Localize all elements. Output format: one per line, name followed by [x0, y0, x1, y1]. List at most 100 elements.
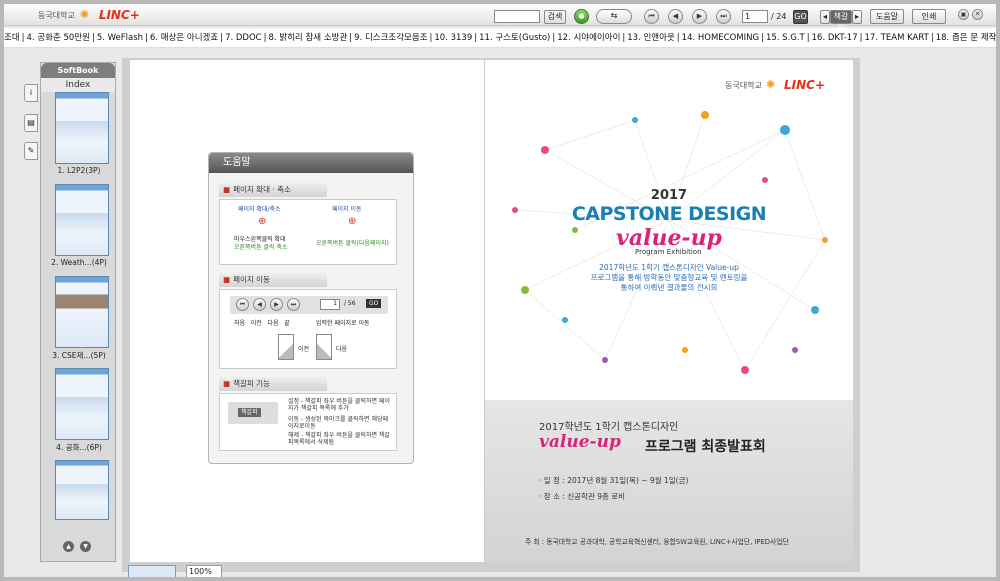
menu-divider: | [429, 33, 433, 43]
toggle-view-button[interactable]: ⇆ [596, 9, 632, 24]
search-input[interactable] [494, 10, 540, 23]
right-page[interactable]: 동국대학교 ✺ LINC+ 2017 CAPSTONE DESIGN value… [485, 60, 853, 562]
menu-item[interactable]: 11. 구스토(Gusto) [479, 33, 550, 43]
nav-labels: 처음 이전 다음 끝 [234, 320, 290, 327]
cover-logo-university: 동국대학교 [725, 80, 762, 90]
thumbnail-2[interactable] [55, 184, 109, 256]
menu-divider: | [474, 33, 478, 43]
close-icon[interactable]: ✕ [972, 9, 983, 20]
nav-section: ⏮ ◀ ▶ ⏭ 1 / 56 GO 처음 이전 다음 끝 입력한 페이지로 이동… [219, 289, 397, 369]
menu-item[interactable]: 10. 3139 [434, 33, 472, 43]
sidebar-up-icon[interactable]: ▲ [63, 541, 74, 552]
tab-thumbnail-icon[interactable]: ▤ [24, 114, 38, 132]
page-number-input[interactable]: 1 [742, 10, 768, 23]
zoom-select[interactable]: 100% [186, 565, 222, 577]
menu-item[interactable]: 14. HOMECOMING [682, 33, 759, 43]
cover-subtitle: Program Exhibition [635, 248, 702, 256]
print-button[interactable]: 인쇄 [912, 9, 946, 24]
thumbnail-label-2: 2. Weath...(4P) [51, 258, 107, 267]
demo-go: GO [366, 299, 382, 309]
bookmark-set-desc: 설정 - 책갈피 좌우 버튼을 클릭하면 페이지가 책갈피 목록에 추가 [288, 398, 390, 413]
bookmark-section: 책갈피 설정 - 책갈피 좌우 버튼을 클릭하면 페이지가 책갈피 목록에 추가… [219, 393, 397, 451]
cover-sun-icon: ✺ [765, 78, 776, 91]
menu-item[interactable]: 8. 밝히리 참새 소방관 [268, 33, 347, 43]
demo-page-total: / 56 [344, 300, 356, 307]
mouse-icon-2: ⊕ [348, 216, 357, 227]
page-total: / 24 [771, 12, 787, 21]
next-page-icon[interactable]: ▶ [692, 9, 707, 24]
menu-item[interactable]: 17. TEAM KART [865, 33, 929, 43]
menu-item[interactable]: 9. 디스크조각모음조 [354, 33, 427, 43]
prev-page-corner-icon [278, 334, 294, 360]
menu-item[interactable]: 12. 시야에이아이 [557, 33, 620, 43]
first-page-icon[interactable]: ⏮ [644, 9, 659, 24]
event-place: · 장 소 : 신공학관 9층 로비 [539, 492, 626, 501]
cover-logo-linc: LINC+ [783, 78, 825, 92]
bookmark-next-button[interactable]: ▸ [852, 10, 862, 24]
minimize-icon[interactable]: ▣ [958, 9, 969, 20]
tab-pen-icon[interactable]: ✎ [24, 142, 38, 160]
last-page-icon[interactable]: ⏭ [716, 9, 731, 24]
menu-item[interactable]: 조대 [4, 33, 20, 43]
sidebar-down-icon[interactable]: ▼ [80, 541, 91, 552]
help-button[interactable]: 도움말 [870, 9, 904, 24]
chat-icon[interactable]: ● [574, 9, 589, 24]
menu-item[interactable]: 5. WeFlash [97, 33, 143, 43]
bookmark-prev-button[interactable]: ◂ [820, 10, 830, 24]
help-title: 도움말 [209, 153, 413, 173]
tab-info-icon[interactable]: i [24, 84, 38, 102]
menu-divider: | [145, 33, 148, 43]
move-label: 페이지 이동 [332, 206, 362, 213]
demo-first-icon: ⏮ [236, 298, 249, 311]
menu-divider: | [263, 33, 267, 43]
thumbnail-1[interactable] [55, 92, 109, 164]
menu-divider: | [552, 33, 556, 43]
event-host: 주 최 : 동국대학교 공과대학, 공학교육혁신센터, 융합SW교육원, LIN… [525, 538, 789, 546]
book-viewer: 도움말 ■ 페이지 확대 · 축소 페이지 확대/축소 페이지 이동 마우스왼쪽클… [122, 58, 860, 572]
index-sidebar: SoftBook Index 1. L2P2(3P) 2. Weath...(4… [40, 62, 116, 562]
menu-divider: | [761, 33, 764, 43]
cover-desc3: 통하여 이뤄낸 결과물의 전시회 [620, 283, 718, 292]
go-button[interactable]: GO [793, 10, 808, 24]
left-page[interactable]: 도움말 ■ 페이지 확대 · 축소 페이지 확대/축소 페이지 이동 마우스왼쪽클… [130, 60, 485, 562]
menu-item[interactable]: 6. 매상은 아니겠죠 [150, 33, 218, 43]
thumbnail-3[interactable] [55, 276, 109, 348]
menu-item[interactable]: 15. S.G.T [766, 33, 805, 43]
zoom-desc1: 마우스왼쪽클릭 확대 [234, 236, 286, 243]
event-line2: 프로그램 최종발표회 [645, 439, 766, 455]
prev-label: 이전 [298, 346, 310, 353]
menu-item[interactable]: 16. DKT-17 [812, 33, 858, 43]
bookmark-move-desc: 이동 - 생성된 북마크를 클릭하면 해당페이지로이동 [288, 416, 389, 431]
cover-year: 2017 [650, 188, 688, 203]
search-button[interactable]: 검색 [544, 10, 566, 24]
prev-page-icon[interactable]: ◀ [668, 9, 683, 24]
bookmark-button[interactable]: 책갈피 [830, 10, 852, 33]
menu-item[interactable]: 18. 좁은 문 제작팀 [936, 33, 996, 43]
demo-page-input: 1 [320, 299, 340, 310]
menu-divider: | [676, 33, 680, 43]
next-label: 다음 [336, 346, 348, 353]
menu-divider: | [91, 33, 95, 43]
help-panel: 도움말 ■ 페이지 확대 · 축소 페이지 확대/축소 페이지 이동 마우스왼쪽클… [208, 152, 414, 464]
menu-divider: | [622, 33, 626, 43]
event-script: value-up [539, 432, 621, 452]
bookmark-section-header: ■ 책갈피 기능 [219, 377, 327, 391]
zoom-desc2: 오른쪽버튼 클릭 축소 [234, 244, 288, 251]
view-mode-icon[interactable] [128, 565, 176, 577]
menu-divider: | [806, 33, 810, 43]
cover-logo: 동국대학교 ✺ LINC+ [725, 78, 825, 92]
menu-item[interactable]: 4. 공화춘 50만원 [27, 33, 90, 43]
next-page-corner-icon [316, 334, 332, 360]
event-date: · 일 정 : 2017년 8월 31일(목) ~ 9월 1일(금) [539, 476, 689, 485]
thumbnail-4[interactable] [55, 368, 109, 440]
menu-divider: | [21, 33, 25, 43]
sun-logo-icon: ✺ [79, 8, 90, 21]
demo-next-icon: ▶ [270, 298, 283, 311]
menu-item[interactable]: 7. DDOC [225, 33, 262, 43]
sidebar-nav: ▲ ▼ [63, 541, 91, 552]
thumbnail-5[interactable] [55, 460, 109, 520]
demo-last-icon: ⏭ [287, 298, 300, 311]
menu-divider: | [930, 33, 934, 43]
menu-item[interactable]: 13. 인앤아웃 [627, 33, 675, 43]
zoom-section: 페이지 확대/축소 페이지 이동 마우스왼쪽클릭 확대 오른쪽버튼 클릭 축소 … [219, 199, 397, 265]
